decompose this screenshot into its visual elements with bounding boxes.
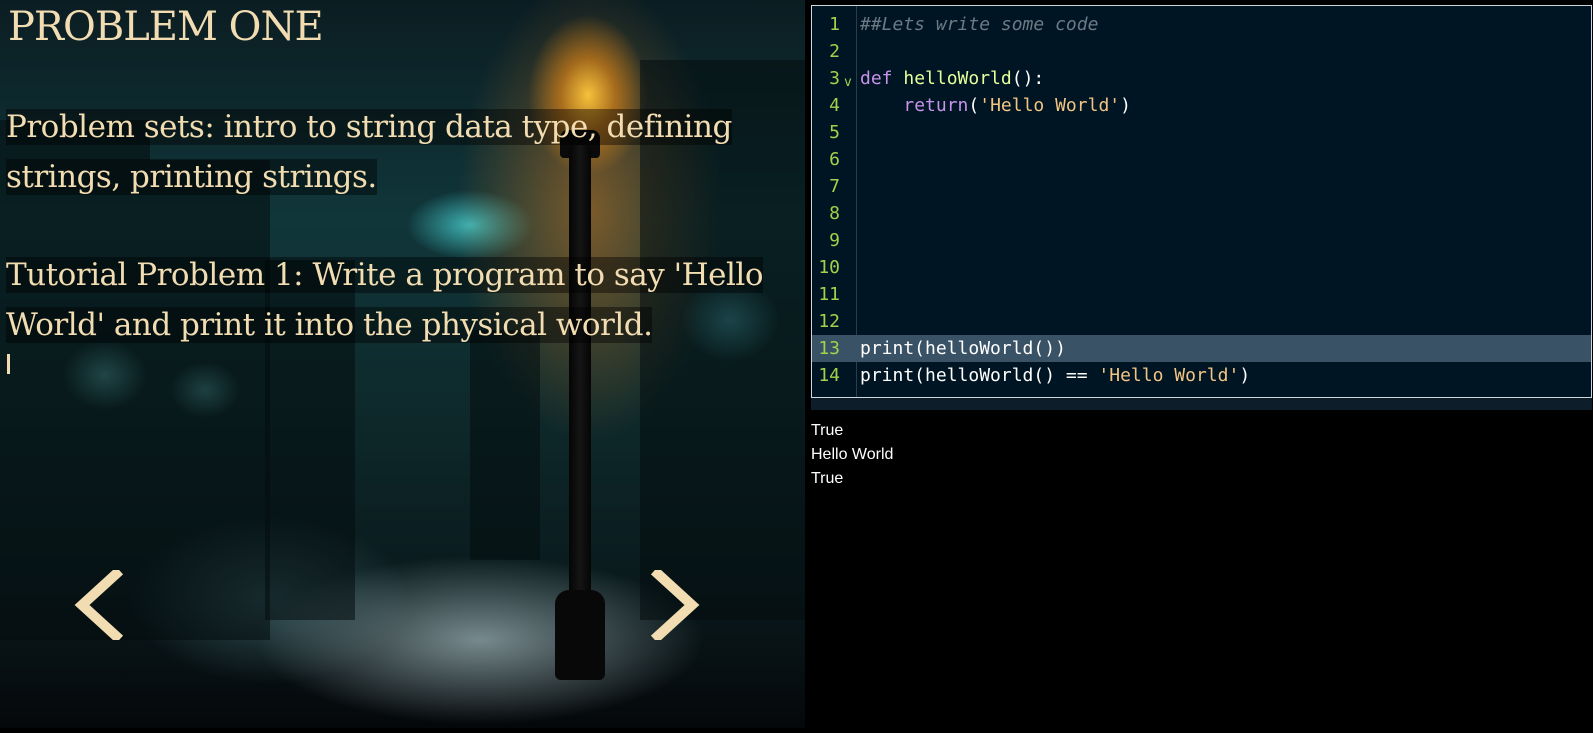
code-text[interactable]: print(helloWorld()) xyxy=(860,335,1066,362)
chevron-right-icon xyxy=(650,566,700,644)
code-line[interactable]: 9 xyxy=(812,227,1591,254)
code-line-active[interactable]: 13 print(helloWorld()) xyxy=(812,335,1591,362)
line-number: 13 xyxy=(818,338,840,359)
code-line[interactable]: 12 xyxy=(812,308,1591,335)
problem-intro: Problem sets: intro to string data type,… xyxy=(6,102,796,202)
code-line[interactable]: 7 xyxy=(812,173,1591,200)
problem-task-text: Tutorial Problem 1: Write a program to s… xyxy=(6,257,764,343)
line-number: 1 xyxy=(829,14,840,35)
line-number: 10 xyxy=(818,257,840,278)
page-title: PROBLEM ONE xyxy=(8,4,324,50)
lesson-panel: PROBLEM ONE Problem sets: intro to strin… xyxy=(0,0,805,728)
code-punct: ) xyxy=(1120,95,1131,116)
line-number: 5 xyxy=(829,122,840,143)
line-number: 3 xyxy=(829,68,840,89)
code-comment: ##Lets write some code xyxy=(860,14,1099,35)
code-statement: print(helloWorld() == xyxy=(860,365,1099,386)
code-line[interactable]: 11 xyxy=(812,281,1591,308)
code-line[interactable]: 3 v def helloWorld(): xyxy=(812,65,1591,92)
code-line[interactable]: 2 xyxy=(812,38,1591,65)
code-line[interactable]: 6 xyxy=(812,146,1591,173)
keyword-return: return xyxy=(903,95,969,116)
line-number: 12 xyxy=(818,311,840,332)
code-text[interactable]: ##Lets write some code xyxy=(860,11,1098,38)
code-line[interactable]: 1 ##Lets write some code xyxy=(812,11,1591,38)
output-line: True xyxy=(811,470,844,487)
code-line[interactable]: 14 print(helloWorld() == 'Hello World') xyxy=(812,362,1591,389)
code-text[interactable]: def helloWorld(): xyxy=(860,65,1044,92)
next-button[interactable] xyxy=(650,566,710,644)
line-number: 6 xyxy=(829,149,840,170)
line-number: 9 xyxy=(829,230,840,251)
text-caret xyxy=(7,354,10,374)
code-punct: (): xyxy=(1011,68,1045,89)
code-text[interactable]: print(helloWorld() == 'Hello World') xyxy=(860,362,1250,389)
code-text[interactable]: return('Hello World') xyxy=(860,92,1131,119)
editor-scrollbar[interactable] xyxy=(811,398,1592,410)
code-statement: print(helloWorld()) xyxy=(860,338,1066,359)
output-line: True xyxy=(811,422,844,439)
output-line: Hello World xyxy=(811,446,894,463)
code-punct: ) xyxy=(1239,365,1251,386)
previous-button[interactable] xyxy=(68,566,128,644)
code-line[interactable]: 4 return('Hello World') xyxy=(812,92,1591,119)
code-editor[interactable]: 1 ##Lets write some code 2 3 v def hello… xyxy=(811,5,1592,398)
function-name: helloWorld xyxy=(903,68,1012,89)
console-output: True Hello World True xyxy=(811,419,893,491)
problem-task: Tutorial Problem 1: Write a program to s… xyxy=(6,250,766,350)
line-number: 4 xyxy=(829,95,840,116)
code-punct: ( xyxy=(968,95,980,116)
string-literal: 'Hello World' xyxy=(979,95,1121,116)
line-number: 2 xyxy=(829,41,840,62)
string-literal: 'Hello World' xyxy=(1098,365,1240,386)
problem-intro-text: Problem sets: intro to string data type,… xyxy=(6,109,732,195)
line-number: 7 xyxy=(829,176,840,197)
line-number: 11 xyxy=(818,284,840,305)
line-number: 8 xyxy=(829,203,840,224)
chevron-left-icon xyxy=(74,566,124,644)
code-line[interactable]: 8 xyxy=(812,200,1591,227)
keyword-def: def xyxy=(860,68,893,89)
code-line[interactable]: 10 xyxy=(812,254,1591,281)
line-number: 14 xyxy=(818,365,840,386)
street-lamp-base xyxy=(555,590,605,680)
code-line[interactable]: 5 xyxy=(812,119,1591,146)
